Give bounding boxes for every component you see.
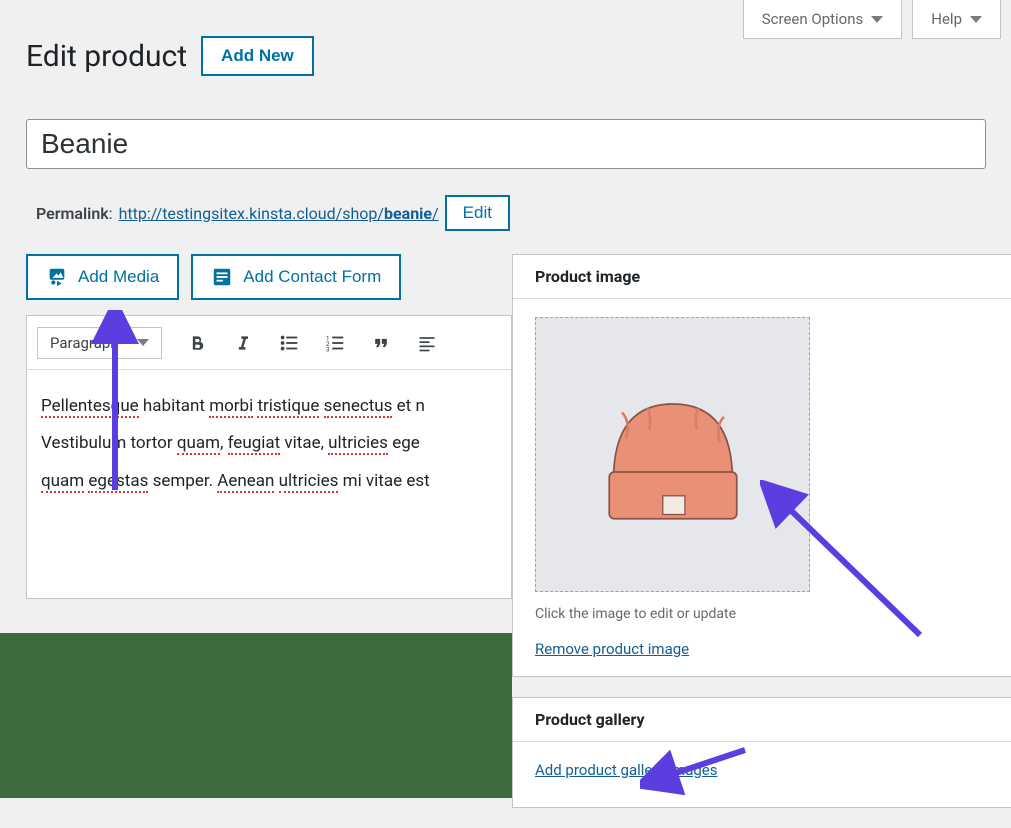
caret-down-icon [970,16,982,23]
green-block [0,633,512,798]
add-media-label: Add Media [78,267,159,287]
form-icon [211,266,233,288]
bold-button[interactable] [176,322,218,364]
bold-icon [187,333,207,353]
help-tab[interactable]: Help [912,0,1001,39]
editor-toolbar: Paragraph 123 [26,315,512,369]
italic-icon [233,333,253,353]
product-image-panel: Product image Click the image to edit or… [512,254,1011,677]
media-icon [46,266,68,288]
add-product-gallery-link[interactable]: Add product gallery images [535,761,718,779]
screen-options-tab[interactable]: Screen Options [743,0,903,39]
italic-button[interactable] [222,322,264,364]
bullet-list-icon [278,332,300,354]
align-left-icon [417,333,437,353]
quote-button[interactable] [360,322,402,364]
align-left-button[interactable] [406,322,448,364]
add-contact-form-button[interactable]: Add Contact Form [191,254,401,300]
format-select[interactable]: Paragraph [37,327,162,359]
add-contact-form-label: Add Contact Form [243,267,381,287]
remove-product-image-link[interactable]: Remove product image [535,640,689,658]
permalink-url[interactable]: http://testingsitex.kinsta.cloud/shop/be… [119,204,439,223]
quote-icon [371,333,391,353]
numbered-list-icon: 123 [324,332,346,354]
numbered-list-button[interactable]: 123 [314,322,356,364]
permalink-label: Permalink [36,204,109,223]
editor-content[interactable]: Pellentesque habitant morbi tristique se… [26,369,512,599]
edit-permalink-button[interactable]: Edit [445,195,510,231]
page-title: Edit product [26,39,187,74]
caret-down-icon [137,339,149,346]
product-image-hint: Click the image to edit or update [535,606,989,622]
product-gallery-title: Product gallery [513,698,1011,742]
caret-down-icon [871,16,883,23]
add-new-button[interactable]: Add New [201,36,314,76]
product-title-input[interactable] [26,119,986,169]
beanie-illustration [588,370,758,540]
svg-text:3: 3 [325,345,329,353]
screen-options-label: Screen Options [762,10,864,28]
product-gallery-panel: Product gallery Add product gallery imag… [512,697,1011,808]
product-image-thumbnail[interactable] [535,317,810,592]
bullet-list-button[interactable] [268,322,310,364]
permalink-row: Permalink: http://testingsitex.kinsta.cl… [36,195,510,231]
help-label: Help [931,10,962,28]
add-media-button[interactable]: Add Media [26,254,179,300]
product-image-title: Product image [513,255,1011,299]
